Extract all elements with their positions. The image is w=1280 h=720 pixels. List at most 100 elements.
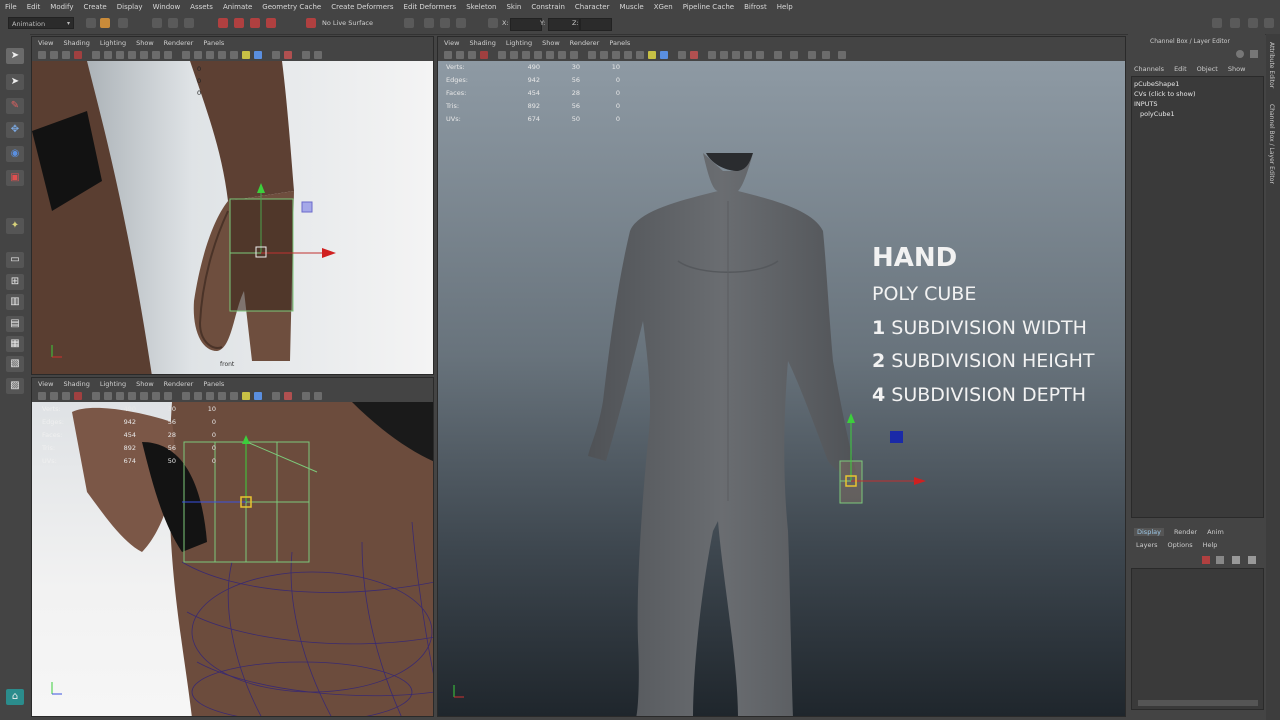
modeling-toolkit-icon[interactable] bbox=[1212, 18, 1222, 28]
layout-icon[interactable]: ▥ bbox=[6, 294, 24, 310]
grid-icon[interactable] bbox=[92, 392, 100, 400]
grid-icon[interactable] bbox=[92, 51, 100, 59]
camera-icon[interactable] bbox=[444, 51, 452, 59]
move-layer-up-icon[interactable] bbox=[1232, 556, 1240, 564]
panel-menu-view[interactable]: View bbox=[38, 380, 53, 388]
maya-logo-icon[interactable]: ⌂ bbox=[6, 689, 24, 705]
shape-node[interactable]: pCubeShape1 bbox=[1134, 80, 1179, 88]
safe-title-icon[interactable] bbox=[164, 392, 172, 400]
film-gate-icon[interactable] bbox=[510, 51, 518, 59]
menu-set-dropdown[interactable]: Animation ▾ bbox=[8, 17, 74, 29]
wireframe-icon[interactable] bbox=[182, 392, 190, 400]
move-tool-icon[interactable]: ✥ bbox=[6, 122, 24, 138]
panel-menu-renderer[interactable]: Renderer bbox=[164, 39, 194, 47]
input-node[interactable]: polyCube1 bbox=[1140, 110, 1175, 118]
menu-character[interactable]: Character bbox=[570, 3, 615, 11]
persp-closeup-viewport[interactable]: Verts: 490 30 10 Edges: 942 56 0 Faces: 454 28 0 … bbox=[32, 402, 433, 716]
isolate-icon[interactable] bbox=[272, 51, 280, 59]
panel-more-icon[interactable] bbox=[838, 51, 846, 59]
xray-joints-icon[interactable] bbox=[284, 392, 292, 400]
xray-icon[interactable] bbox=[218, 51, 226, 59]
field-chart-icon[interactable] bbox=[140, 392, 148, 400]
depth-of-field-icon[interactable] bbox=[756, 51, 764, 59]
isolate-icon[interactable] bbox=[678, 51, 686, 59]
open-scene-icon[interactable] bbox=[100, 18, 110, 28]
scale-tool-icon[interactable]: ▣ bbox=[6, 170, 24, 186]
rotate-tool-icon[interactable]: ◉ bbox=[6, 146, 24, 162]
menu-help[interactable]: Help bbox=[772, 3, 798, 11]
xray-icon[interactable] bbox=[218, 392, 226, 400]
xray-joints-icon[interactable] bbox=[690, 51, 698, 59]
display-tab[interactable]: Display bbox=[1134, 528, 1164, 536]
panel-more-icon[interactable] bbox=[314, 392, 322, 400]
select-component-icon[interactable] bbox=[184, 18, 194, 28]
panel-menu-view[interactable]: View bbox=[444, 39, 459, 47]
camera-sequencer-icon[interactable] bbox=[808, 51, 816, 59]
menu-modify[interactable]: Modify bbox=[45, 3, 78, 11]
panel-menu-shading[interactable]: Shading bbox=[63, 380, 89, 388]
smooth-shade-icon[interactable] bbox=[194, 51, 202, 59]
smooth-shade-icon[interactable] bbox=[600, 51, 608, 59]
new-layer-icon[interactable] bbox=[1202, 556, 1210, 564]
panel-menu-lighting[interactable]: Lighting bbox=[100, 380, 126, 388]
grid-icon[interactable] bbox=[498, 51, 506, 59]
menu-xgen[interactable]: XGen bbox=[649, 3, 678, 11]
image-plane-icon[interactable] bbox=[74, 51, 82, 59]
edit-menu[interactable]: Edit bbox=[1174, 65, 1187, 73]
bookmark-icon[interactable] bbox=[468, 51, 476, 59]
panel-menu-view[interactable]: View bbox=[38, 39, 53, 47]
render-current-icon[interactable] bbox=[424, 18, 434, 28]
menu-skin[interactable]: Skin bbox=[501, 3, 526, 11]
bookmark-icon[interactable] bbox=[62, 51, 70, 59]
move-layer-down-icon[interactable] bbox=[1248, 556, 1256, 564]
textured-icon[interactable] bbox=[230, 51, 238, 59]
wireframe-icon[interactable] bbox=[588, 51, 596, 59]
image-plane-icon[interactable] bbox=[74, 392, 82, 400]
panel-menu-shading[interactable]: Shading bbox=[63, 39, 89, 47]
menu-muscle[interactable]: Muscle bbox=[614, 3, 648, 11]
xray-icon[interactable] bbox=[624, 51, 632, 59]
hypershade-layout-icon[interactable]: ▧ bbox=[6, 356, 24, 372]
attribute-editor-icon[interactable] bbox=[1230, 18, 1240, 28]
gate-mask-icon[interactable] bbox=[534, 51, 542, 59]
custom-layout-icon[interactable]: ▨ bbox=[6, 378, 24, 394]
transform-input-icon[interactable] bbox=[488, 18, 498, 28]
gate-mask-icon[interactable] bbox=[128, 51, 136, 59]
lights-icon[interactable] bbox=[242, 51, 250, 59]
layers-menu[interactable]: Layers bbox=[1136, 541, 1158, 549]
anim-tab[interactable]: Anim bbox=[1207, 528, 1224, 536]
anti-alias-icon[interactable] bbox=[744, 51, 752, 59]
textured-icon[interactable] bbox=[636, 51, 644, 59]
render-settings-icon[interactable] bbox=[456, 18, 466, 28]
save-scene-icon[interactable] bbox=[118, 18, 128, 28]
menu-edit[interactable]: Edit bbox=[22, 3, 46, 11]
safe-title-icon[interactable] bbox=[164, 51, 172, 59]
render-tab[interactable]: Render bbox=[1174, 528, 1197, 536]
safe-action-icon[interactable] bbox=[152, 392, 160, 400]
camera-icon[interactable] bbox=[38, 392, 46, 400]
channels-menu[interactable]: Channels bbox=[1134, 65, 1164, 73]
bookmark-icon[interactable] bbox=[62, 392, 70, 400]
hud-icon[interactable] bbox=[302, 392, 310, 400]
paint-select-icon[interactable]: ✎ bbox=[6, 98, 24, 114]
wireframe-icon[interactable] bbox=[182, 51, 190, 59]
show-menu[interactable]: Show bbox=[1228, 65, 1246, 73]
xray-joints-icon[interactable] bbox=[284, 51, 292, 59]
shadows-icon[interactable] bbox=[254, 51, 262, 59]
attribute-editor-tab[interactable]: Attribute Editor bbox=[1268, 42, 1275, 88]
last-tool-icon[interactable]: ✦ bbox=[6, 218, 24, 234]
pin-icon[interactable] bbox=[1236, 50, 1244, 58]
camera-attr-icon[interactable] bbox=[456, 51, 464, 59]
isolate-icon[interactable] bbox=[272, 392, 280, 400]
isolate-select-icon[interactable] bbox=[774, 51, 782, 59]
single-perspective-icon[interactable]: ▭ bbox=[6, 252, 24, 268]
wireframe-on-shaded-icon[interactable] bbox=[612, 51, 620, 59]
tool-settings-icon[interactable] bbox=[1248, 18, 1258, 28]
x-field[interactable] bbox=[510, 18, 542, 31]
menu-display[interactable]: Display bbox=[112, 3, 148, 11]
motion-blur-icon[interactable] bbox=[732, 51, 740, 59]
panel-menu-lighting[interactable]: Lighting bbox=[100, 39, 126, 47]
panel-menu-lighting[interactable]: Lighting bbox=[506, 39, 532, 47]
ambient-occlusion-icon[interactable] bbox=[720, 51, 728, 59]
object-menu[interactable]: Object bbox=[1197, 65, 1218, 73]
